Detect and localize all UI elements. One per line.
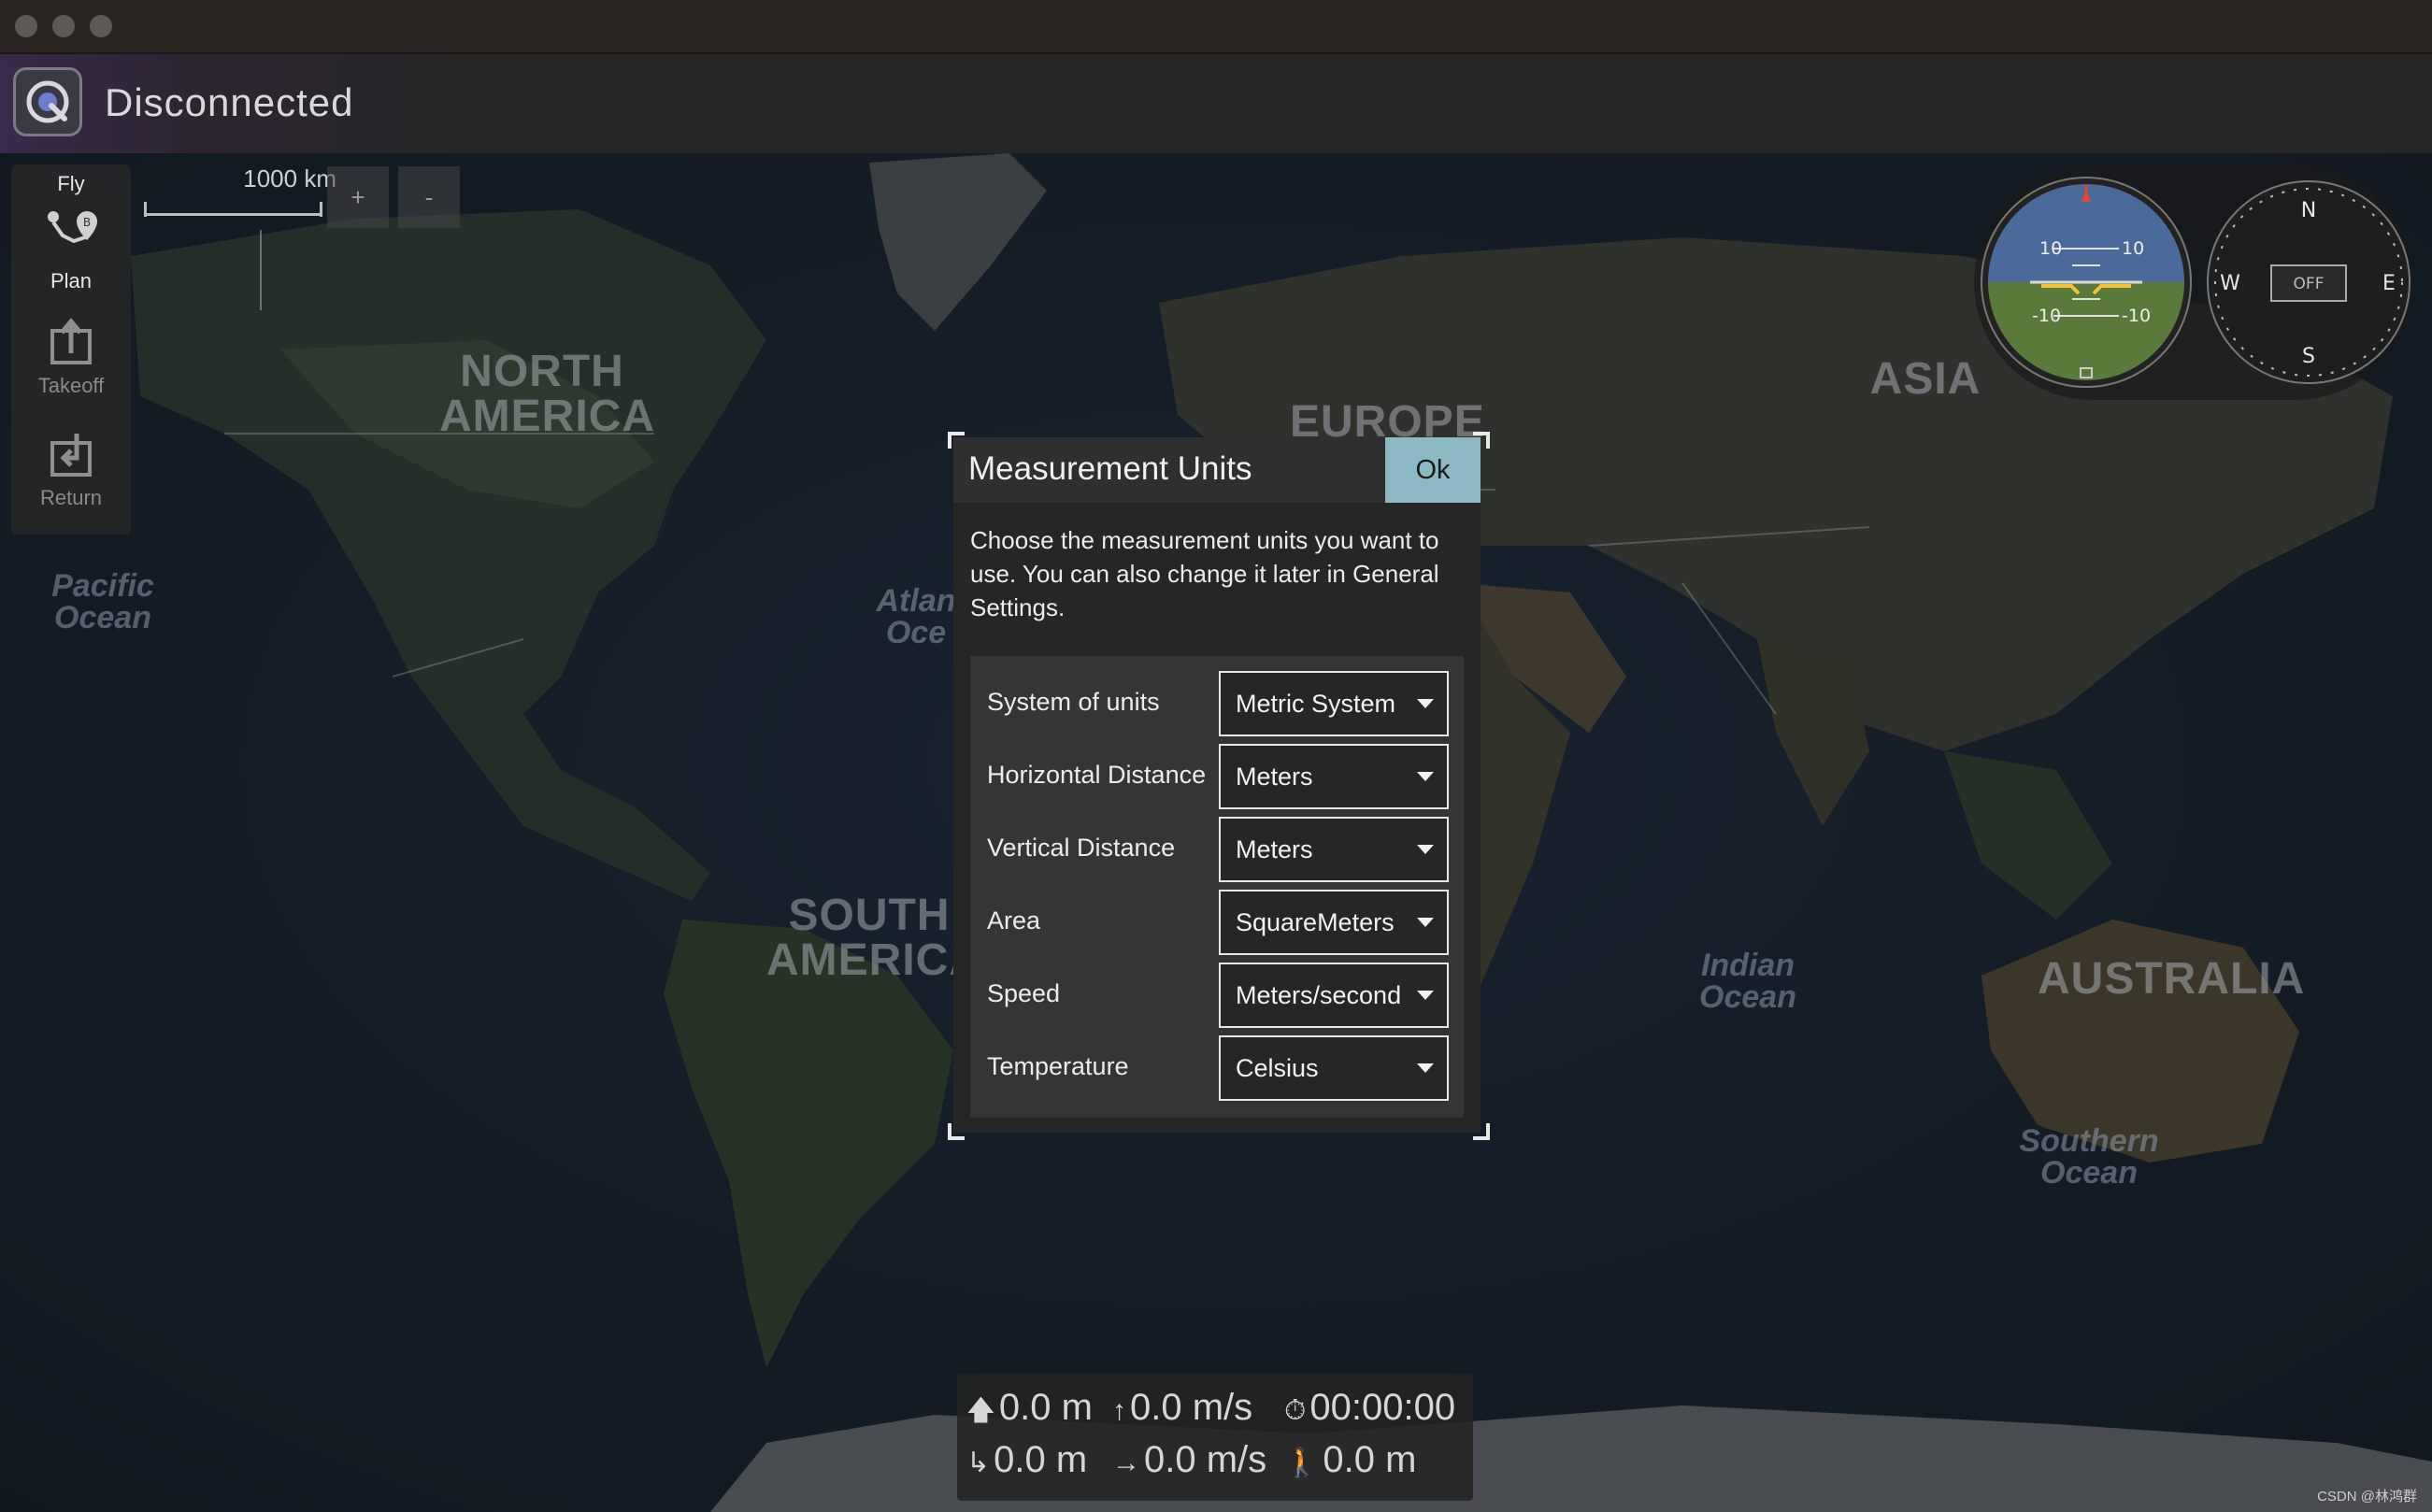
pitch-down-left: -10 bbox=[2032, 306, 2061, 326]
unit-row-horizontal-distance: Horizontal Distance Meters bbox=[970, 744, 1464, 809]
telemetry-bar: 🡅 0.0 m ↑ 0.0 m/s ⏱ 00:00:00 ↳ 0.0 m → 0.0 m/… bbox=[957, 1374, 1473, 1501]
up-arrow-icon: ↑ bbox=[1112, 1395, 1126, 1426]
area-select[interactable]: SquareMeters bbox=[1219, 890, 1449, 955]
unit-row-system: System of units Metric System bbox=[970, 671, 1464, 736]
close-window-button[interactable] bbox=[15, 15, 37, 37]
app-logo-icon[interactable] bbox=[13, 67, 82, 136]
plan-route-icon: B bbox=[48, 211, 97, 244]
vertical-distance-select[interactable]: Meters bbox=[1219, 817, 1449, 882]
ground-speed-readout: → 0.0 m/s bbox=[1112, 1439, 1267, 1480]
dialog-header: Measurement Units Ok bbox=[953, 437, 1481, 503]
distance-readout: ↳ 0.0 m bbox=[966, 1439, 1088, 1480]
fly-tool-button[interactable]: Fly bbox=[11, 172, 131, 196]
altitude-up-arrow-icon: 🡅 bbox=[966, 1395, 995, 1426]
unit-row-vertical-distance: Vertical Distance Meters bbox=[970, 817, 1464, 882]
minimize-window-button[interactable] bbox=[52, 15, 75, 37]
compass-north: N bbox=[2301, 199, 2316, 222]
speed-label: Speed bbox=[987, 979, 1061, 1007]
chevron-down-icon bbox=[1417, 1063, 1434, 1073]
altitude-readout: 🡅 0.0 m bbox=[966, 1387, 1093, 1428]
map-scale: 1000 km bbox=[140, 164, 336, 230]
compass-west: W bbox=[2220, 272, 2240, 295]
vertical-distance-label: Vertical Distance bbox=[987, 834, 1176, 862]
turn-arrow-icon: ↳ bbox=[966, 1448, 991, 1478]
takeoff-tool-button[interactable]: Takeoff bbox=[11, 318, 131, 398]
plan-tool-button[interactable]: B Plan bbox=[11, 204, 131, 293]
flight-time-readout: ⏱ 00:00:00 bbox=[1284, 1387, 1456, 1428]
takeoff-icon bbox=[50, 318, 92, 364]
zoom-in-button[interactable]: + bbox=[327, 166, 389, 228]
temperature-label: Temperature bbox=[987, 1052, 1129, 1080]
tool-strip: Fly B Plan Takeoff Return bbox=[11, 164, 131, 535]
dialog-title: Measurement Units bbox=[968, 450, 1252, 487]
zoom-window-button[interactable] bbox=[90, 15, 112, 37]
window-titlebar bbox=[0, 0, 2432, 54]
chevron-down-icon bbox=[1417, 845, 1434, 854]
instrument-panel: 10 10 -10 -10 N S W E OFF bbox=[1974, 164, 2413, 400]
return-tool-button[interactable]: Return bbox=[11, 430, 131, 510]
chevron-down-icon bbox=[1417, 918, 1434, 927]
area-label: Area bbox=[987, 906, 1041, 934]
return-icon bbox=[50, 434, 92, 477]
climb-rate-readout: ↑ 0.0 m/s bbox=[1112, 1387, 1253, 1428]
speed-select[interactable]: Meters/second bbox=[1219, 963, 1449, 1028]
compass-indicator: N S W E OFF bbox=[2207, 180, 2411, 384]
attitude-indicator: 10 10 -10 -10 bbox=[1981, 177, 2192, 388]
unit-row-speed: Speed Meters/second bbox=[970, 963, 1464, 1028]
horizontal-distance-select[interactable]: Meters bbox=[1219, 744, 1449, 809]
pitch-up-right: 10 bbox=[2122, 238, 2144, 259]
unit-row-area: Area SquareMeters bbox=[970, 890, 1464, 955]
compass-south: S bbox=[2302, 345, 2315, 368]
units-settings-panel: System of units Metric System Horizontal… bbox=[970, 656, 1464, 1118]
connection-status: Disconnected bbox=[105, 80, 354, 124]
watermark-credit: CSDN @林鸿群 bbox=[2317, 1489, 2417, 1505]
right-arrow-icon: → bbox=[1112, 1448, 1140, 1478]
system-of-units-label: System of units bbox=[987, 688, 1160, 716]
compass-status: OFF bbox=[2294, 275, 2325, 293]
horizontal-distance-label: Horizontal Distance bbox=[987, 761, 1207, 789]
temperature-select[interactable]: Celsius bbox=[1219, 1035, 1449, 1101]
svg-text:B: B bbox=[83, 216, 91, 229]
unit-row-temperature: Temperature Celsius bbox=[970, 1035, 1464, 1101]
main-toolbar: Disconnected bbox=[0, 54, 2432, 153]
chevron-down-icon bbox=[1417, 991, 1434, 1000]
chevron-down-icon bbox=[1417, 699, 1434, 708]
measurement-units-dialog: Measurement Units Ok Choose the measurem… bbox=[953, 437, 1481, 1133]
compass-east: E bbox=[2382, 272, 2396, 295]
ok-button[interactable]: Ok bbox=[1385, 437, 1481, 503]
home-distance-readout: 🚶 0.0 m bbox=[1284, 1439, 1417, 1480]
system-of-units-select[interactable]: Metric System bbox=[1219, 671, 1449, 736]
chevron-down-icon bbox=[1417, 772, 1434, 781]
walking-person-icon: 🚶 bbox=[1284, 1448, 1320, 1478]
pitch-up-left: 10 bbox=[2039, 238, 2062, 259]
dialog-description: Choose the measurement units you want to… bbox=[970, 526, 1439, 621]
stopwatch-icon: ⏱ bbox=[1284, 1395, 1307, 1426]
pitch-down-right: -10 bbox=[2122, 306, 2151, 326]
zoom-out-button[interactable]: - bbox=[398, 166, 460, 228]
